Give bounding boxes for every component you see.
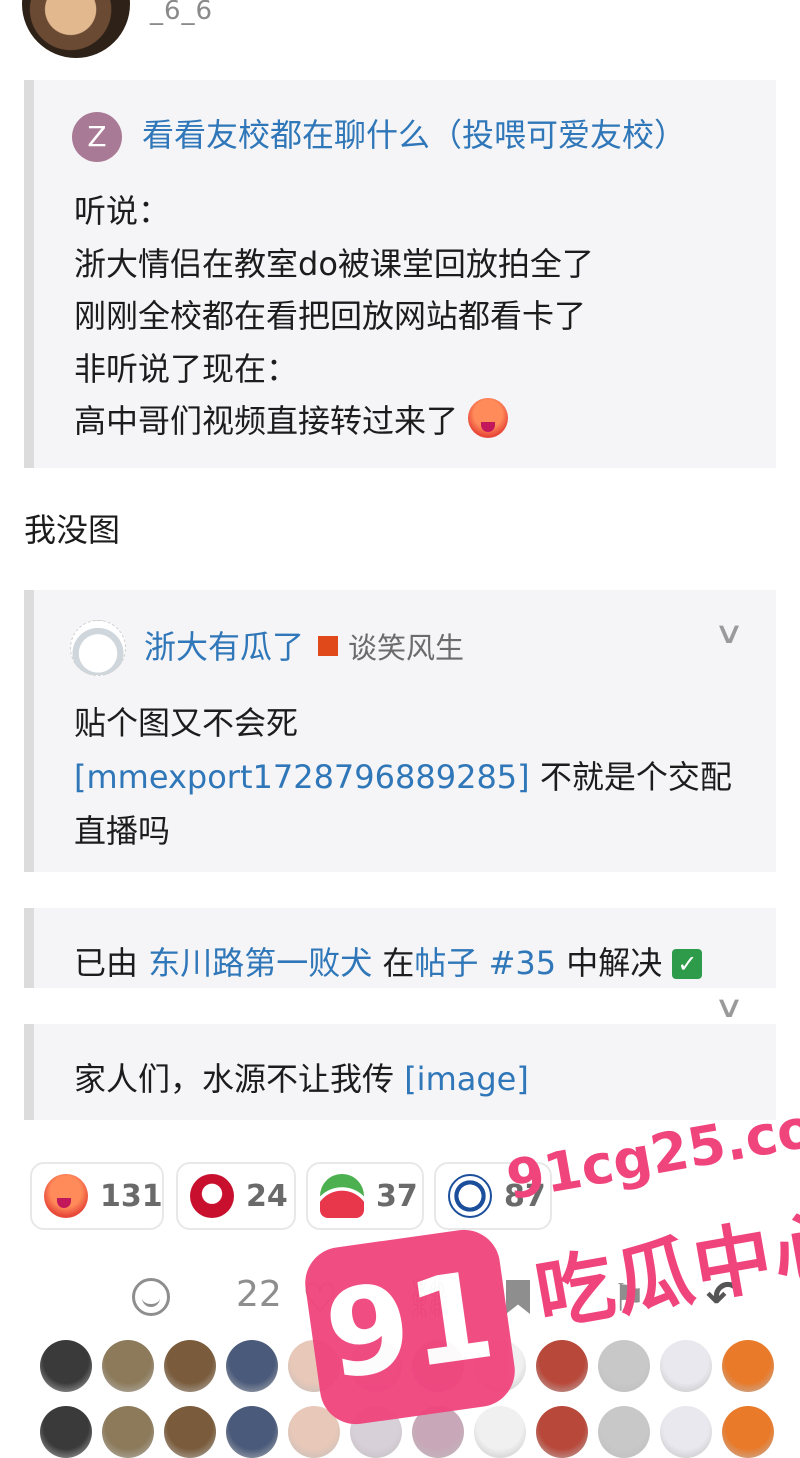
user-avatar[interactable] [102, 1340, 154, 1392]
user-avatar[interactable] [536, 1340, 588, 1392]
solver-link[interactable]: 东川路第一败犬 [148, 944, 372, 982]
quote-line: 直播吗 [74, 812, 171, 850]
user-avatar[interactable] [40, 1340, 92, 1392]
category-square-icon [318, 636, 339, 656]
user-avatar[interactable] [660, 1406, 712, 1458]
quote-block-1: Z 看看友校都在聊什么（投喂可爱友校） 听说： 浙大情侣在教室do被课堂回放拍全… [24, 80, 776, 468]
solved-text: 已由 东川路第一败犬 在帖子 #35 中解决 ✓ [74, 938, 703, 984]
quote-line: 非听说了现在： [74, 349, 299, 388]
quote-body: 家人们，水源不让我传 [image] [74, 1054, 529, 1100]
quote-line: [mmexport1728796889285] 不就是个交配 [74, 750, 732, 804]
chevron-down-icon[interactable]: ∨ [714, 616, 745, 651]
solved-middle: 在 [372, 944, 415, 982]
emoji-reaction-icon[interactable] [132, 1278, 170, 1316]
category-label[interactable]: 谈笑风生 [348, 631, 464, 665]
university-logo-icon [448, 1174, 492, 1218]
reaction-hot-face[interactable]: 131 [30, 1162, 164, 1230]
penguin-avatar-icon[interactable] [70, 620, 126, 676]
quote-block-4: 家人们，水源不让我传 [image] [24, 1024, 776, 1120]
quote-block-2: 浙大有瓜了 谈笑风生 ∨ 贴个图又不会死 [mmexport17287968892… [24, 590, 776, 872]
user-badge-icon[interactable]: Z [72, 112, 122, 162]
user-avatar[interactable] [722, 1340, 774, 1392]
solved-prefix: 已由 [74, 944, 149, 982]
post-text: 我没图 [24, 511, 121, 549]
post-ref-link[interactable]: 帖子 #35 [414, 944, 556, 982]
quote-body: 贴个图又不会死 [mmexport1728796889285] 不就是个交配 直… [74, 696, 732, 858]
quote-line: 浙大情侣在教室do被课堂回放拍全了 [74, 244, 594, 283]
watermark-badge: 91 [300, 1225, 520, 1429]
quote-line-text: 家人们，水源不让我传 [74, 1060, 405, 1098]
image-link[interactable]: [image] [404, 1060, 529, 1098]
reaction-watermelon[interactable]: 37 [306, 1162, 424, 1230]
kfc-icon [190, 1174, 234, 1218]
user-avatar[interactable] [164, 1340, 216, 1392]
attachment-link[interactable]: [mmexport1728796889285] [74, 758, 530, 796]
hot-face-icon [44, 1174, 88, 1218]
quote-line: 贴个图又不会死 [74, 704, 299, 742]
user-avatar[interactable] [226, 1406, 278, 1458]
topic-title-text[interactable]: 浙大有瓜了 [144, 628, 304, 666]
user-avatar[interactable] [660, 1340, 712, 1392]
like-count: 22 [236, 1274, 282, 1315]
poster-avatar[interactable] [22, 0, 130, 58]
checkmark-icon: ✓ [672, 949, 703, 979]
user-avatar[interactable] [474, 1406, 526, 1458]
poster-username[interactable]: _6_6 [150, 0, 213, 26]
user-avatar[interactable] [598, 1340, 650, 1392]
chevron-down-icon[interactable]: ∨ [714, 990, 745, 1025]
bookmark-icon[interactable] [506, 1280, 530, 1314]
reaction-count: 131 [100, 1178, 163, 1214]
solved-suffix: 中解决 [556, 944, 673, 982]
quote-line-text: 不就是个交配 [529, 758, 732, 796]
user-avatar[interactable] [722, 1406, 774, 1458]
quote-line-text: 高中哥们视频直接转过来了 [74, 402, 459, 440]
quote-topic-title[interactable]: 看看友校都在聊什么（投喂可爱友校） [142, 110, 686, 156]
user-avatar[interactable] [226, 1340, 278, 1392]
solved-notice: 已由 东川路第一败犬 在帖子 #35 中解决 ✓ [24, 908, 776, 988]
quote-body: 听说： 浙大情侣在教室do被课堂回放拍全了 刚刚全校都在看把回放网站都看卡了 非… [74, 185, 594, 448]
user-avatar[interactable] [536, 1406, 588, 1458]
hot-face-icon [468, 398, 509, 438]
quote-topic-title[interactable]: 浙大有瓜了 谈笑风生 [144, 622, 464, 668]
watermelon-icon [320, 1174, 364, 1218]
user-avatar[interactable] [102, 1406, 154, 1458]
quote-line: 刚刚全校都在看把回放网站都看卡了 [74, 297, 587, 335]
reaction-count: 37 [376, 1178, 418, 1214]
quote-line: 高中哥们视频直接转过来了 [74, 395, 594, 448]
reaction-count: 24 [246, 1178, 288, 1214]
user-avatar[interactable] [40, 1406, 92, 1458]
quote-line: 听说： [74, 192, 171, 230]
user-avatar[interactable] [598, 1406, 650, 1458]
reaction-kfc[interactable]: 24 [176, 1162, 296, 1230]
user-avatar[interactable] [164, 1406, 216, 1458]
